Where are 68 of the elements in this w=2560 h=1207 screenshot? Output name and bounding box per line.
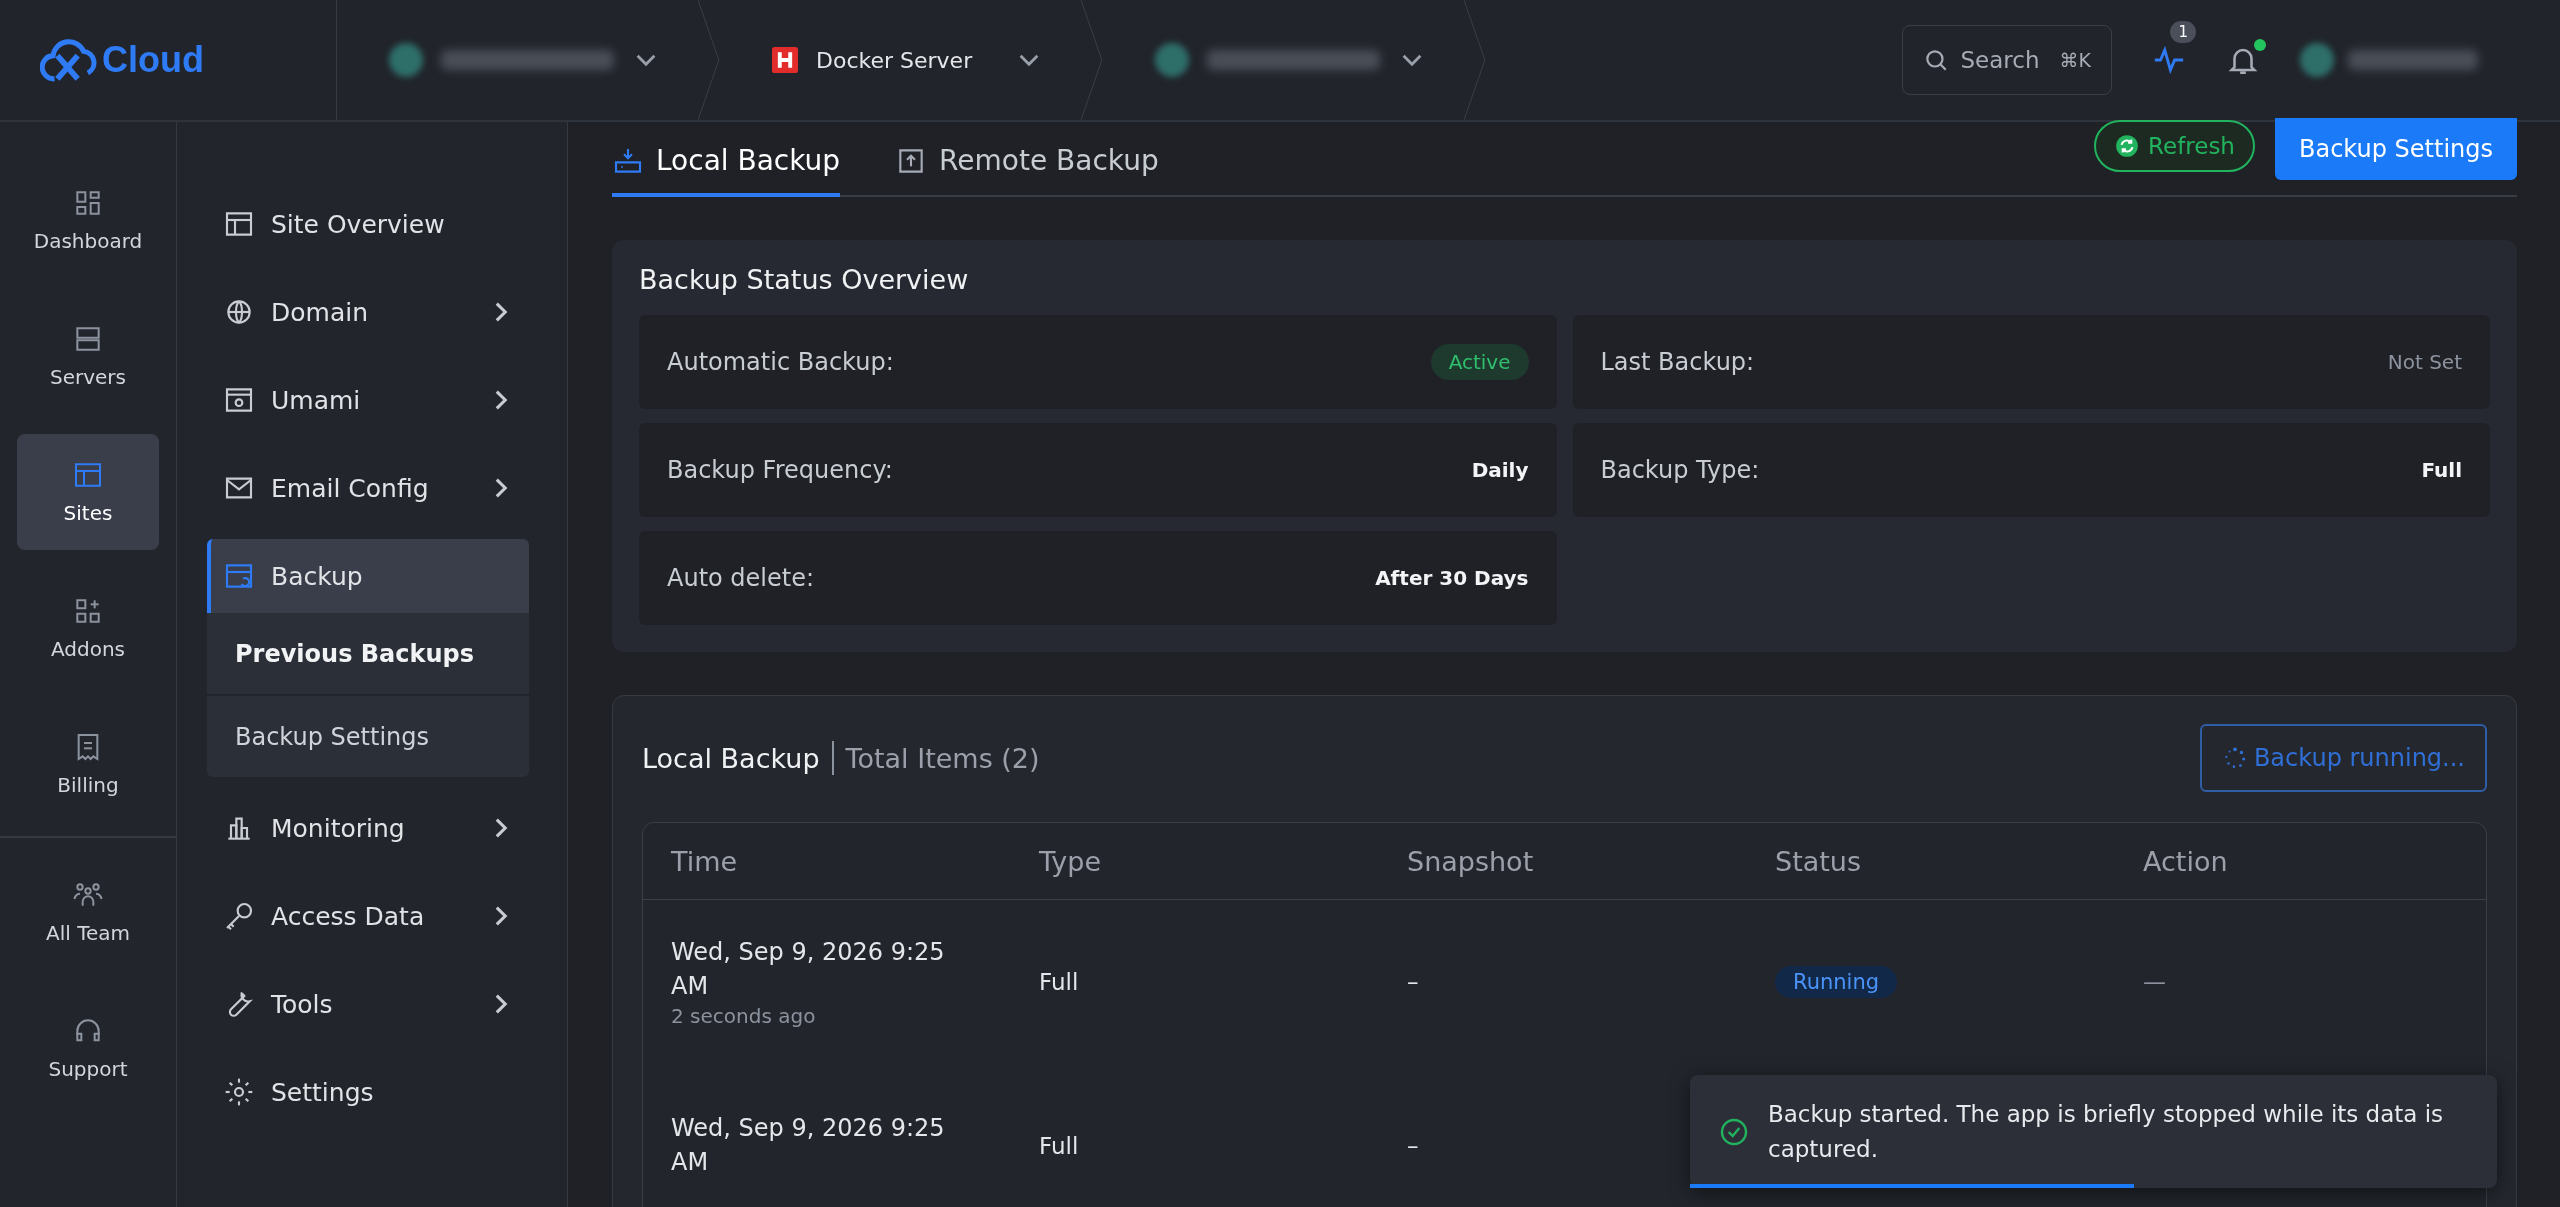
column-header: Status [1774,845,1863,877]
column-header: Type [1038,845,1102,877]
status-value: Daily [1471,458,1529,482]
status-badge: Active [1430,344,1529,380]
backup-settings-button[interactable]: Backup Settings [2274,118,2517,180]
submenu-item[interactable]: Backup Settings [207,696,529,777]
status-label: Automatic Backup: [667,348,894,376]
sidebar-item[interactable]: Addons [17,570,159,686]
snapshot-cell: – [1407,1133,1419,1159]
toast-message: Backup started. The app is briefly stopped while its data is captured. [1768,1100,2445,1164]
relative-time: 2 seconds ago [671,1003,816,1028]
action-cell: — [2143,969,2166,995]
search-field[interactable]: Search ⌘K [1901,25,2112,95]
status-value: After 30 Days [1375,566,1529,590]
menu-item[interactable]: Site Overview [207,187,529,261]
menu-item[interactable]: Settings [207,1055,529,1129]
refresh-icon [2114,133,2141,159]
sidebar-item[interactable]: Sites [17,434,159,550]
menu-item[interactable]: Tools [207,967,529,1041]
status-value: Not Set [2387,350,2462,374]
card-title: Backup Status Overview [639,264,970,295]
sidebar-item[interactable]: Servers [17,298,159,414]
tab[interactable]: Local Backup [612,144,841,197]
time-cell-text: Wed, Sep 9, 2026 9:25 AM [671,1113,946,1178]
menu-label: Settings [271,1077,375,1107]
menu-item[interactable]: Access Data [207,879,529,953]
item-count: Total Items (2) [845,742,1040,774]
count-badge: 1 [2170,21,2196,43]
shortcut-hint: ⌘K [2059,49,2091,71]
sidebar-item[interactable]: All Team [17,854,159,970]
menu-label: Email Config [271,473,430,503]
status-value: Full [2421,458,2462,482]
status-label: Auto delete: [667,564,815,592]
menu-label: Site Overview [271,209,446,239]
status-badge: Running [1775,966,1898,998]
server-logo-icon [772,47,798,73]
menu-label: Domain [271,297,369,327]
menu-item[interactable]: Umami [207,363,529,437]
column-header: Snapshot [1406,845,1535,877]
refresh-button[interactable]: Refresh [2094,120,2255,172]
status-label: Last Backup: [1600,348,1755,376]
status-label: Backup Type: [1600,456,1760,484]
menu-item[interactable]: Monitoring [207,791,529,865]
status-label: Backup Frequency: [667,456,893,484]
menu-label: Umami [271,385,362,415]
column-header: Action [2142,845,2229,877]
menu-label: Access Data [271,901,426,931]
blurred-avatar [389,43,423,77]
type-cell: Full [1039,1133,1079,1159]
menu-item[interactable]: Domain [207,275,529,349]
submenu-item[interactable]: Previous Backups [207,613,529,696]
breadcrumb-selector[interactable]: Docker Server [720,0,1103,120]
brand-name: Cloud [102,39,204,81]
menu-label: Tools [271,989,334,1019]
section-title: Local Backup [642,742,820,774]
tab[interactable]: Remote Backup [895,144,1159,197]
type-cell: Full [1039,969,1079,995]
sidebar-item[interactable]: Billing [17,706,159,822]
menu-label: Monitoring [271,813,406,843]
blurred-avatar [1155,43,1189,77]
column-header: Time [670,845,739,877]
menu-label: Backup [271,561,364,591]
sidebar-item[interactable]: Dashboard [17,162,159,278]
menu-item[interactable]: Email Config [207,451,529,525]
menu-item[interactable]: Backup [207,539,529,613]
sidebar-item[interactable]: Support [17,990,159,1106]
time-cell-text: Wed, Sep 9, 2026 9:25 AM [671,937,946,1002]
snapshot-cell: – [1407,969,1419,995]
